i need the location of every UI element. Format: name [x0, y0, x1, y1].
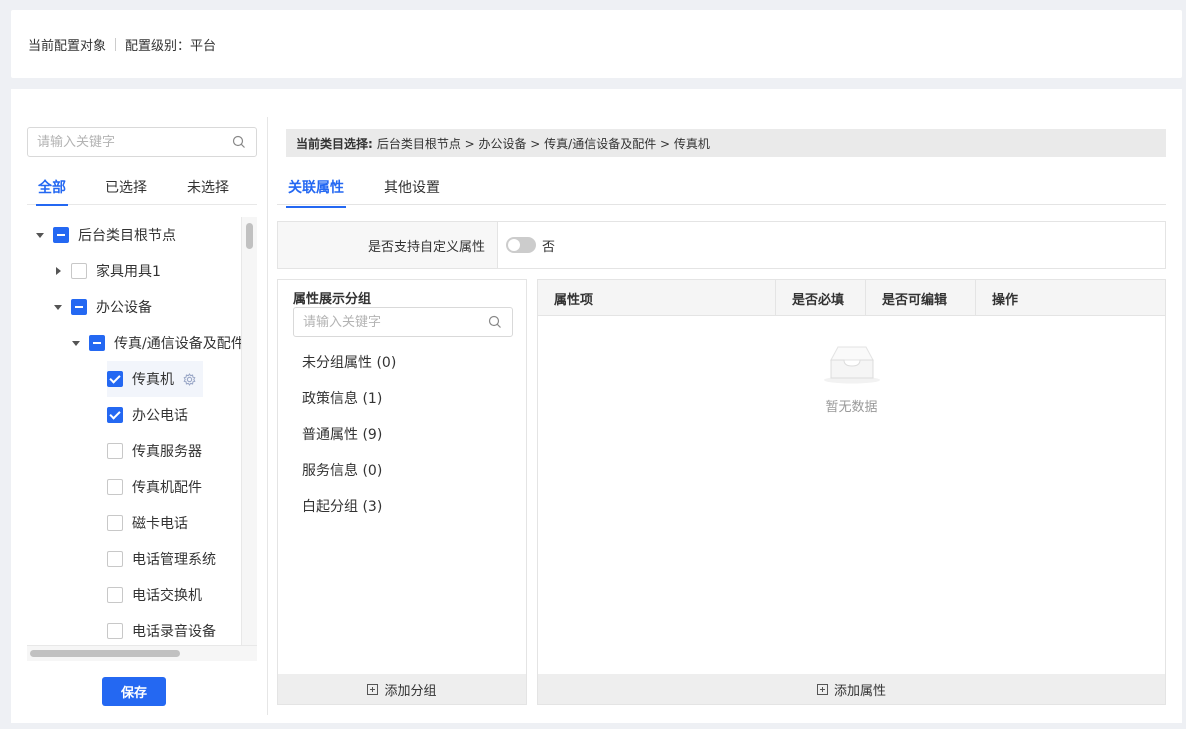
add-group-button[interactable]: 添加分组 [278, 674, 526, 704]
plus-square-icon [816, 683, 828, 695]
col-attribute: 属性项 [538, 280, 776, 316]
tab-other-settings[interactable]: 其他设置 [384, 177, 440, 197]
add-group-label: 添加分组 [384, 683, 437, 699]
main-panel: 全部 已选择 未选择 后台类目根节点 家具用具1 办公设备 传真/通信设备及配件… [11, 89, 1182, 723]
breadcrumb-prefix: 当前类目选择: [296, 136, 373, 151]
group-item[interactable]: 未分组属性 (0) [302, 352, 396, 372]
custom-attr-label: 是否支持自定义属性 [278, 222, 498, 268]
header-divider [115, 37, 117, 51]
custom-attr-setting: 是否支持自定义属性 否 [277, 221, 1166, 269]
tree-node-card-phone[interactable]: 磁卡电话 [107, 505, 188, 541]
category-search-input[interactable] [28, 128, 218, 156]
tree-node-office-equipment[interactable]: 办公设备 [53, 289, 152, 325]
panel-divider [267, 117, 268, 715]
config-header: 当前配置对象 配置级别：平台 [11, 10, 1182, 78]
gear-icon[interactable] [182, 372, 197, 387]
tree-node-label: 电话管理系统 [132, 552, 216, 568]
tree-checkbox[interactable] [107, 479, 123, 495]
category-filter-tabs: 全部 已选择 未选择 [27, 169, 257, 206]
tree-node-fax-comm[interactable]: 传真/通信设备及配件 [71, 325, 245, 361]
tree-node-label: 传真机 [132, 372, 174, 388]
group-search[interactable] [293, 307, 513, 337]
tree-horizontal-scrollbar[interactable] [27, 645, 257, 661]
tree-node-root[interactable]: 后台类目根节点 [35, 217, 176, 253]
scroll-thumb[interactable] [30, 650, 180, 657]
custom-attr-value: 否 [542, 239, 556, 255]
tree-node-label: 电话交换机 [132, 588, 202, 604]
tree-node-label: 磁卡电话 [132, 516, 188, 532]
tab-related-attributes[interactable]: 关联属性 [286, 177, 346, 208]
tree-checkbox[interactable] [53, 227, 69, 243]
breadcrumb-path: 后台类目根节点 > 办公设备 > 传真/通信设备及配件 > 传真机 [376, 136, 710, 151]
tree-node-fax-machine[interactable]: 传真机 [107, 361, 203, 397]
caret-down-icon[interactable] [35, 230, 45, 240]
tab-all[interactable]: 全部 [36, 177, 68, 206]
search-icon[interactable] [488, 315, 502, 333]
tree-node-label: 传真服务器 [132, 444, 202, 460]
group-search-input[interactable] [294, 308, 474, 336]
tree-node-phone-mgmt[interactable]: 电话管理系统 [107, 541, 216, 577]
tree-checkbox[interactable] [107, 443, 123, 459]
tree-node-label: 传真/通信设备及配件 [114, 336, 245, 352]
group-item[interactable]: 服务信息 (0) [302, 460, 382, 480]
tab-selected[interactable]: 已选择 [105, 177, 147, 197]
table-header: 属性项 是否必填 是否可编辑 操作 [538, 280, 1165, 316]
empty-text: 暂无数据 [825, 400, 878, 415]
group-item[interactable]: 白起分组 (3) [302, 496, 382, 516]
tab-unselected[interactable]: 未选择 [187, 177, 229, 197]
tree-checkbox[interactable] [107, 407, 123, 423]
tree-node-office-phone[interactable]: 办公电话 [107, 397, 188, 433]
tree-checkbox[interactable] [89, 335, 105, 351]
tree-checkbox[interactable] [107, 371, 123, 387]
group-panel-title: 属性展示分组 [293, 292, 372, 307]
tree-node-label: 电话录音设备 [132, 624, 216, 640]
config-target-label: 当前配置对象 [28, 38, 107, 54]
caret-down-icon[interactable] [71, 338, 81, 348]
settings-tabs: 关联属性 其他设置 [277, 167, 1166, 208]
tree-node-fax-server[interactable]: 传真服务器 [107, 433, 202, 469]
tree-vertical-scrollbar[interactable] [241, 217, 257, 661]
col-editable: 是否可编辑 [866, 280, 976, 316]
plus-square-icon [367, 683, 379, 695]
tree-checkbox[interactable] [107, 551, 123, 567]
tree-node-fax-accessories[interactable]: 传真机配件 [107, 469, 202, 505]
tree-checkbox[interactable] [71, 299, 87, 315]
add-attribute-button[interactable]: 添加属性 [538, 674, 1165, 704]
tree-checkbox[interactable] [107, 587, 123, 603]
attribute-table: 属性项 是否必填 是否可编辑 操作 暂无数据 添加属性 [537, 279, 1166, 705]
caret-down-icon[interactable] [53, 302, 63, 312]
col-actions: 操作 [992, 292, 1019, 308]
tree-node-label: 办公设备 [96, 300, 152, 316]
col-required: 是否必填 [776, 280, 866, 316]
tree-node-pbx[interactable]: 电话交换机 [107, 577, 202, 613]
group-item[interactable]: 普通属性 (9) [302, 424, 382, 444]
custom-attr-toggle[interactable] [506, 237, 536, 253]
empty-state: 暂无数据 [538, 342, 1165, 415]
search-icon[interactable] [232, 135, 246, 153]
add-attribute-label: 添加属性 [833, 683, 886, 699]
save-button[interactable]: 保存 [102, 677, 166, 706]
tree-node-label: 后台类目根节点 [78, 228, 176, 244]
tree-checkbox[interactable] [107, 623, 123, 639]
tree-node-label: 传真机配件 [132, 480, 202, 496]
tree-node-recording[interactable]: 电话录音设备 [107, 613, 216, 649]
tree-node-furniture[interactable]: 家具用具1 [53, 253, 161, 289]
toggle-knob [508, 239, 520, 251]
attribute-group-panel: 属性展示分组 未分组属性 (0) 政策信息 (1) 普通属性 (9) 服务信息 … [277, 279, 527, 705]
tree-node-label: 办公电话 [132, 408, 188, 424]
breadcrumb: 当前类目选择: 后台类目根节点 > 办公设备 > 传真/通信设备及配件 > 传真… [286, 129, 1166, 157]
tree-node-label: 家具用具1 [96, 264, 161, 280]
category-tree: 后台类目根节点 家具用具1 办公设备 传真/通信设备及配件 传真机 办公电话 传… [27, 217, 257, 661]
tree-checkbox[interactable] [71, 263, 87, 279]
tree-checkbox[interactable] [107, 515, 123, 531]
caret-right-icon[interactable] [53, 266, 63, 276]
config-level-label: 配置级别：平台 [125, 38, 217, 54]
group-item[interactable]: 政策信息 (1) [302, 388, 382, 408]
category-search[interactable] [27, 127, 257, 157]
empty-inbox-icon [822, 342, 882, 388]
scroll-thumb[interactable] [246, 223, 253, 249]
